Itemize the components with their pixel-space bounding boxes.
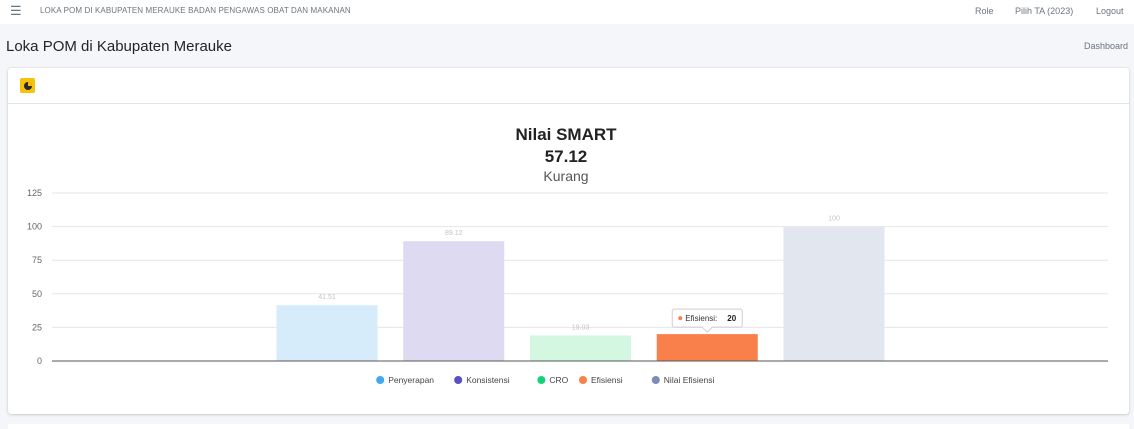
card-footer xyxy=(8,424,1129,429)
navbar-title: LOKA POM DI KABUPATEN MERAUKE BADAN PENG… xyxy=(40,6,351,15)
breadcrumb-dashboard[interactable]: Dashboard xyxy=(1084,41,1128,51)
pie-chart-icon[interactable] xyxy=(20,78,35,93)
hamburger-icon[interactable]: ☰ xyxy=(10,3,22,19)
page-title: Loka POM di Kabupaten Merauke xyxy=(6,38,232,55)
nav-year-select[interactable]: Pilih TA (2023) xyxy=(1015,6,1073,16)
top-navbar: ☰ LOKA POM DI KABUPATEN MERAUKE BADAN PE… xyxy=(0,0,1134,24)
chart-card xyxy=(8,68,1129,414)
nav-role-link[interactable]: Role xyxy=(975,6,994,16)
nav-logout-link[interactable]: Logout xyxy=(1096,6,1124,16)
card-header xyxy=(8,68,1129,104)
